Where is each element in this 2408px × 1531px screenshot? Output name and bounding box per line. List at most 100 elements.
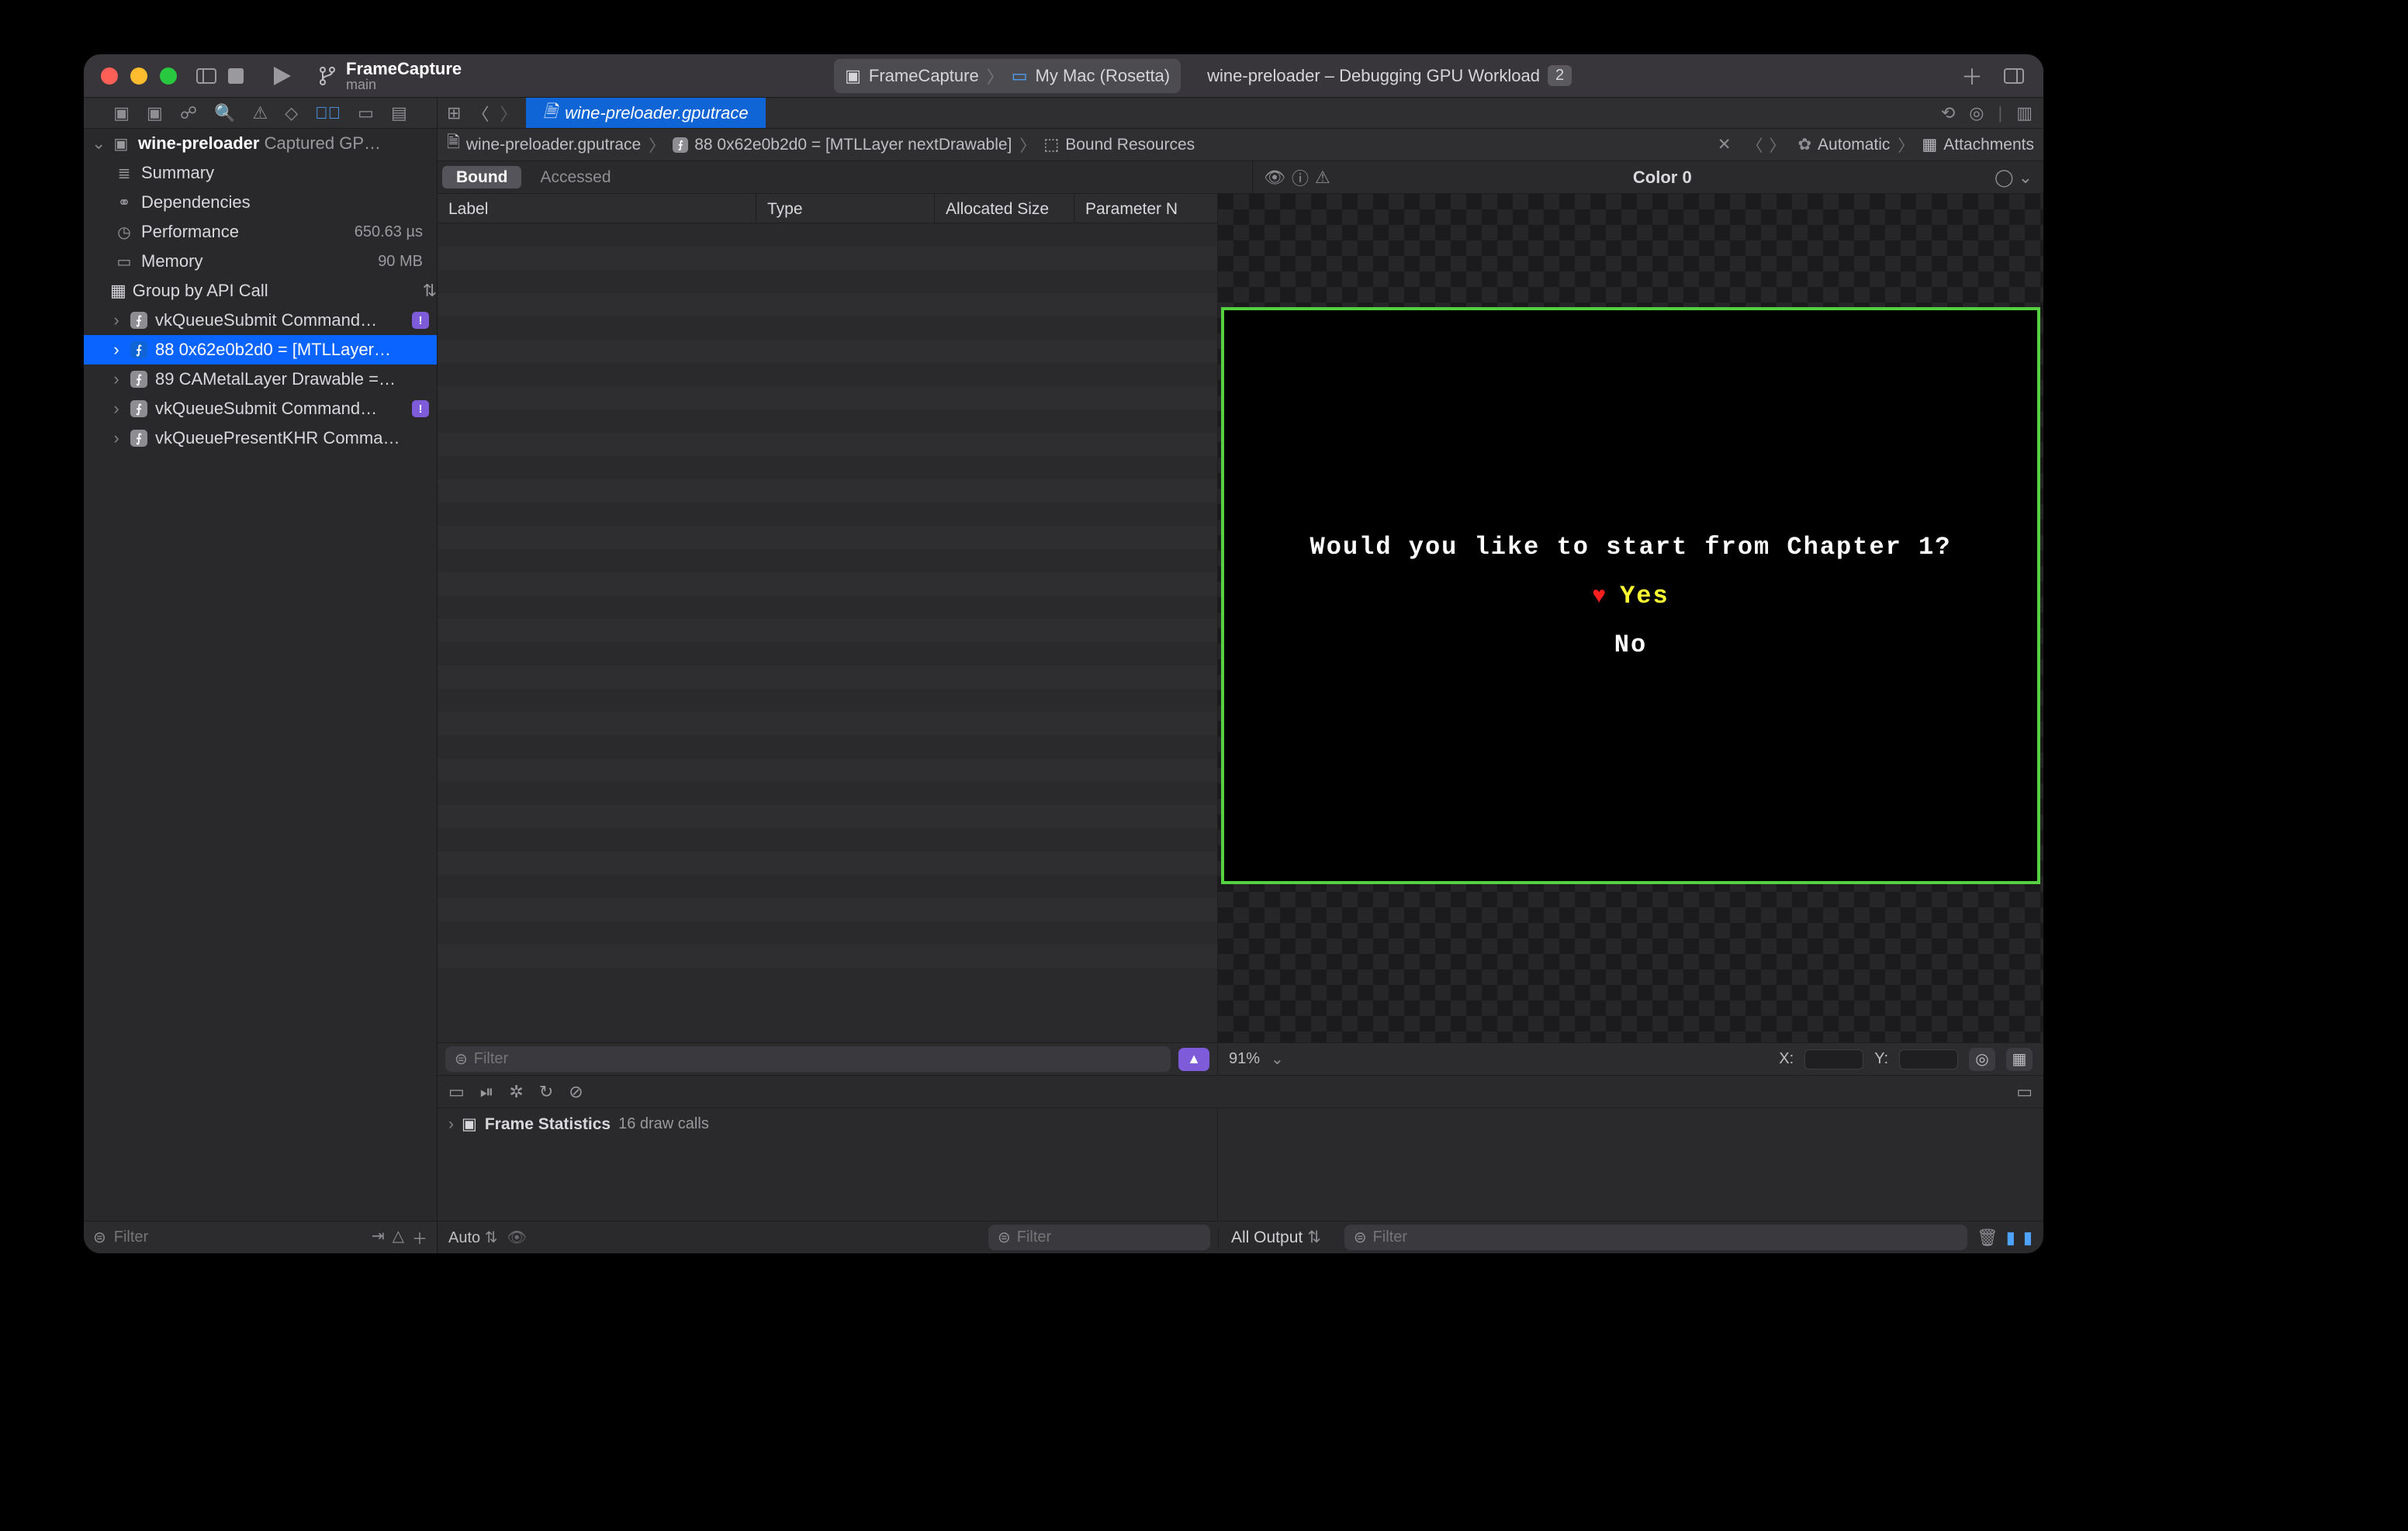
library-toggle-icon[interactable]: [2001, 64, 2026, 88]
console-filter-input[interactable]: [1373, 1229, 1958, 1246]
chevron-right-icon[interactable]: ›: [110, 340, 123, 360]
nav-summary[interactable]: ≣Summary: [84, 158, 437, 188]
document-tab[interactable]: 🗎 wine-preloader.gputrace: [526, 98, 765, 128]
variables-view[interactable]: › ▣ Frame Statistics 16 draw calls: [438, 1108, 1218, 1221]
filter-opt3-icon[interactable]: ＋: [412, 1226, 427, 1249]
refresh-icon[interactable]: ⟲: [1941, 103, 1955, 123]
issues-nav-icon[interactable]: ⚠︎: [253, 103, 268, 123]
stop-button-icon[interactable]: [223, 64, 248, 88]
right-panel-toggle-icon[interactable]: ▮: [2023, 1228, 2033, 1248]
y-stepper[interactable]: [1899, 1049, 1958, 1070]
left-panel-toggle-icon[interactable]: ▮: [2006, 1228, 2015, 1248]
editor-pathbar[interactable]: 🗎 wine-preloader.gputrace 〉 ⨍ 88 0x62e0b…: [438, 129, 2043, 161]
dbg-continue-icon[interactable]: ▭: [448, 1082, 465, 1102]
activity-status[interactable]: wine-preloader – Debugging GPU Workload …: [1192, 65, 1587, 86]
navigator-filter-input[interactable]: [114, 1229, 364, 1246]
nav-dependencies[interactable]: ⚭Dependencies: [84, 188, 437, 217]
table-action-button[interactable]: ▲: [1178, 1048, 1209, 1071]
warning-icon[interactable]: ⚠︎: [1315, 168, 1330, 188]
chevron-right-icon[interactable]: ›: [448, 1115, 454, 1134]
path-fwd-icon[interactable]: 〉: [1769, 133, 1785, 157]
x-stepper[interactable]: [1804, 1049, 1863, 1070]
dbg-console-toggle-icon[interactable]: ▭: [2016, 1082, 2033, 1102]
chevron-right-icon[interactable]: ›: [110, 399, 123, 419]
filter-icon: ⊜: [998, 1228, 1011, 1247]
col-parameter[interactable]: Parameter N: [1074, 194, 1217, 223]
output-scope[interactable]: All Output⇅: [1218, 1228, 1334, 1247]
nav-back-icon[interactable]: 〈: [472, 101, 489, 126]
chevron-right-icon[interactable]: ›: [110, 428, 123, 448]
chevron-down-icon[interactable]: ⌄: [92, 133, 104, 154]
path-auto[interactable]: Automatic: [1818, 136, 1890, 154]
tests-nav-icon[interactable]: ◇: [285, 103, 298, 123]
game-question: Would you like to start from Chapter 1?: [1310, 533, 1952, 562]
dbg-step-icon[interactable]: ✲: [509, 1082, 523, 1102]
nav-root[interactable]: ⌄ ▣ wine-preloader Captured GP…: [84, 129, 437, 158]
find-nav-icon[interactable]: 🔍: [214, 103, 235, 123]
gear-icon[interactable]: ✿: [1797, 135, 1811, 154]
nav-memory[interactable]: ▭Memory90 MB: [84, 247, 437, 276]
viewer-tool-2-icon[interactable]: ▦: [2006, 1048, 2033, 1071]
review-icon[interactable]: ◎: [1969, 103, 1984, 123]
col-type[interactable]: Type: [756, 194, 934, 223]
debug-nav-icon[interactable]: ❘⃝: [315, 103, 341, 123]
cmd-vkqueuesubmit-2[interactable]: ›⨍vkQueueSubmit Command…!: [84, 394, 437, 423]
run-destination-crumb[interactable]: ▣ FrameCapture 〉 ▭ My Mac (Rosetta): [834, 59, 1181, 93]
chevron-right-icon[interactable]: ›: [110, 369, 123, 389]
segment-accessed[interactable]: Accessed: [526, 161, 624, 193]
nav-performance[interactable]: ◷Performance650.63 µs: [84, 217, 437, 247]
symbols-nav-icon[interactable]: ☍: [180, 103, 197, 123]
info-icon[interactable]: ⓘ: [1292, 165, 1309, 190]
group-by-selector[interactable]: ▦ Group by API Call ⇅: [84, 276, 437, 306]
bound-accessed-segment[interactable]: Bound Accessed: [438, 161, 625, 193]
cmd-cametal-drawable[interactable]: ›⨍89 CAMetalLayer Drawable =…: [84, 365, 437, 394]
run-button-icon[interactable]: [270, 64, 295, 88]
trash-icon[interactable]: 🗑: [1977, 1228, 1998, 1248]
dbg-stepout-icon[interactable]: ⊘: [569, 1082, 583, 1102]
variables-scope[interactable]: Auto ⇅: [448, 1228, 497, 1247]
scheme-selector[interactable]: FrameCapture main: [340, 60, 462, 92]
attachment-options[interactable]: ◯⌄: [1995, 168, 2033, 188]
close-window[interactable]: [101, 67, 118, 85]
attachment-canvas[interactable]: Would you like to start from Chapter 1? …: [1218, 194, 2043, 1042]
variables-filter-input[interactable]: [1017, 1229, 1223, 1246]
close-path-icon[interactable]: ✕: [1708, 135, 1741, 154]
sidebar-toggle-icon[interactable]: [194, 64, 219, 88]
table-filter-input[interactable]: [474, 1050, 1161, 1068]
eye-icon[interactable]: 👁: [507, 1228, 526, 1247]
path-resources[interactable]: Bound Resources: [1065, 136, 1195, 154]
viewer-tool-1-icon[interactable]: ◎: [1969, 1048, 1995, 1071]
col-label[interactable]: Label: [438, 194, 756, 223]
path-back-icon[interactable]: 〈: [1746, 133, 1763, 157]
reports-nav-icon[interactable]: ▤: [391, 103, 407, 123]
filter-opt2-icon[interactable]: △: [393, 1226, 404, 1249]
breakpoints-nav-icon[interactable]: ▭: [358, 103, 374, 123]
add-tab-button[interactable]: ＋: [1960, 64, 1984, 88]
zoom-window[interactable]: [160, 67, 177, 85]
cmd-vkqueuepresent[interactable]: ›⨍vkQueuePresentKHR Comma…: [84, 423, 437, 453]
dbg-pause-icon[interactable]: ⏯: [480, 1082, 494, 1102]
adjust-editor-icon[interactable]: ▥: [2016, 103, 2033, 123]
cmd-selected[interactable]: ›⨍88 0x62e0b2d0 = [MTLLayer…: [84, 335, 437, 365]
dbg-stepover-icon[interactable]: ↻: [539, 1082, 553, 1102]
path-file[interactable]: wine-preloader.gputrace: [466, 136, 641, 154]
folder-icon[interactable]: ▣: [113, 103, 130, 123]
chevron-right-icon[interactable]: ›: [110, 310, 123, 330]
segment-bound[interactable]: Bound: [442, 166, 521, 188]
branch-icon[interactable]: [315, 64, 340, 88]
minimize-window[interactable]: [130, 67, 147, 85]
path-call[interactable]: 88 0x62e0b2d0 = [MTLLayer nextDrawable]: [694, 136, 1012, 154]
path-attachments[interactable]: Attachments: [1943, 136, 2034, 154]
table-filter[interactable]: ⊜: [445, 1046, 1171, 1072]
chevron-down-icon[interactable]: ⌄: [1271, 1049, 1284, 1069]
related-items-icon[interactable]: ⊞: [447, 103, 461, 123]
table-row: [438, 665, 1217, 689]
cmd-vkqueuesubmit-1[interactable]: ›⨍vkQueueSubmit Command…!: [84, 306, 437, 335]
nav-forward-icon[interactable]: 〉: [500, 101, 517, 126]
console-output[interactable]: [1218, 1108, 2043, 1221]
zoom-value[interactable]: 91%: [1229, 1050, 1260, 1068]
filter-opt1-icon[interactable]: ⇥: [372, 1226, 385, 1249]
source-control-nav-icon[interactable]: ▣: [147, 103, 163, 123]
eye-icon[interactable]: 👁: [1264, 168, 1285, 188]
col-allocated[interactable]: Allocated Size: [934, 194, 1074, 223]
